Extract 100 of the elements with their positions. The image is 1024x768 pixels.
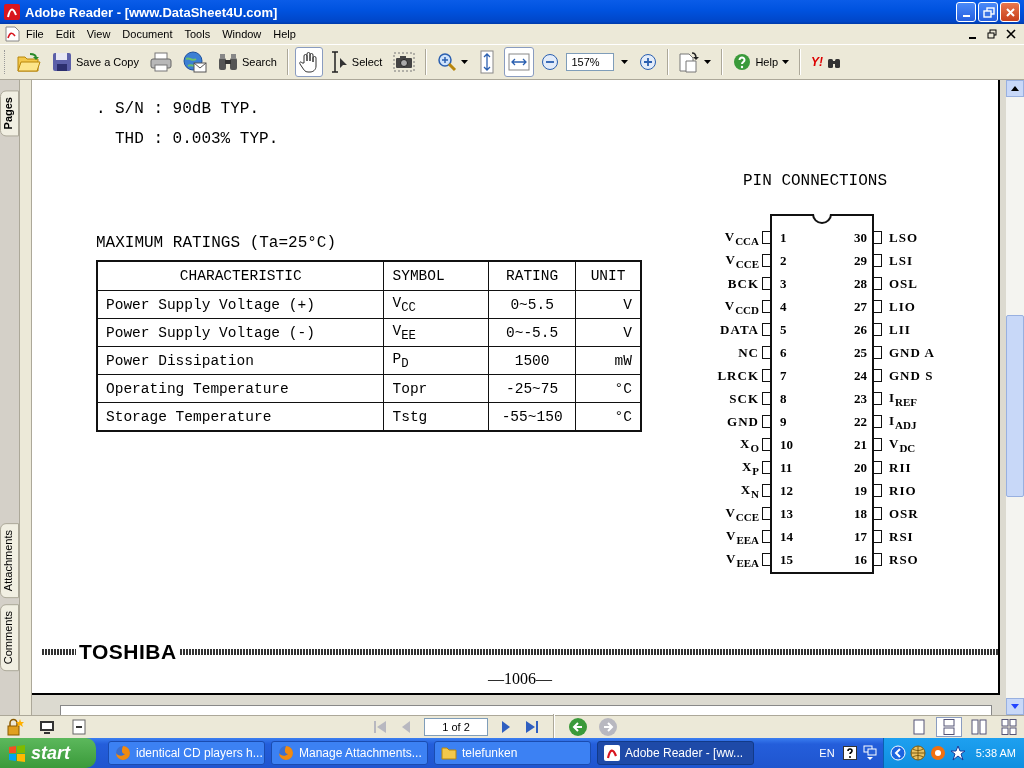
vertical-arrows-icon [479, 50, 496, 74]
taskbar-button[interactable]: Manage Attachments... [271, 741, 428, 765]
pin-label: LII [889, 321, 911, 338]
pin-number: 3 [780, 275, 787, 292]
binoculars-icon [218, 53, 238, 71]
taskbar-button[interactable]: Adobe Reader - [ww... [597, 741, 754, 765]
scroll-up-button[interactable] [1006, 80, 1024, 97]
column-header: CHARACTERISTIC [97, 261, 384, 291]
toolbar-button[interactable]: Search [214, 47, 281, 77]
pin-number: 7 [780, 367, 787, 384]
side-tab[interactable]: Comments [0, 603, 19, 671]
restore-icon [981, 5, 995, 19]
pin-number: 27 [854, 298, 867, 315]
pin-number: 8 [780, 390, 787, 407]
last-page-icon [524, 719, 540, 735]
app-logo-icon [4, 4, 20, 20]
ring-icon [929, 745, 946, 761]
menu-item[interactable]: Help [267, 26, 302, 42]
single-page-icon [911, 719, 927, 735]
side-tab[interactable]: Attachments [0, 522, 19, 598]
pin-label: LSO [889, 229, 918, 246]
pin-label: X$_{P}$ [741, 458, 759, 477]
pin-number: 12 [780, 482, 793, 499]
scroll-thumb[interactable] [1006, 315, 1024, 497]
pages-arrow-icon [679, 51, 701, 73]
pin-label: RSI [889, 528, 914, 545]
pin-number: 5 [780, 321, 787, 338]
camera-icon [393, 52, 416, 72]
table-cell: Topr [384, 374, 489, 403]
pin-number: 9 [780, 413, 787, 430]
language-indicator[interactable]: EN [819, 747, 835, 759]
restore-button[interactable] [978, 2, 998, 22]
pin-number: 20 [854, 459, 867, 476]
pin-label: SCK [729, 390, 759, 407]
browser-icon [115, 745, 131, 761]
pin-label: NC [738, 344, 759, 361]
toolbar-button[interactable]: Help [729, 47, 794, 77]
table-cell: Power Dissipation [97, 346, 384, 375]
pin-label: RII [889, 459, 912, 476]
first-page-icon [372, 719, 388, 735]
pin-label: OSL [889, 275, 918, 292]
pin-label: GND S [889, 367, 934, 384]
minimize-icon [969, 37, 976, 39]
side-tab[interactable]: Pages [0, 90, 19, 137]
pin-number: 4 [780, 298, 787, 315]
pin-label: V$_{CCE}$ [725, 504, 759, 523]
globe-icon [909, 745, 926, 761]
navigation-button[interactable] [524, 719, 540, 735]
scroll-down-button[interactable] [1006, 698, 1024, 715]
pin-label: V$_{EEA}$ [726, 527, 759, 546]
pin-number: 25 [854, 344, 867, 361]
pin-label: LRCK [717, 367, 759, 384]
vertical-scrollbar[interactable] [1006, 80, 1024, 715]
page-icon [72, 719, 86, 735]
pin-number: 11 [780, 459, 793, 476]
menu-item[interactable]: Edit [49, 26, 81, 42]
zoom-field[interactable]: 157% [566, 53, 615, 71]
text-cursor-icon [329, 51, 348, 73]
view-button[interactable] [936, 717, 962, 737]
menu-item[interactable]: View [80, 26, 117, 42]
table-cell: Power Supply Voltage (+) [97, 290, 384, 319]
app-logo-icon [604, 745, 620, 761]
minimize-icon [962, 15, 970, 17]
toolbar-button[interactable]: Select [325, 47, 387, 77]
table-cell: 0~5.5 [488, 290, 576, 319]
horizontal-arrows-icon [508, 53, 531, 71]
spec-text: THD : 0.003% TYP. [115, 130, 279, 148]
minus-icon [541, 53, 560, 71]
toolbar-button[interactable] [294, 47, 323, 77]
pin-label: I$_{ADJ}$ [889, 412, 917, 431]
taskbar-button[interactable]: telefunken [434, 741, 591, 765]
menu-item[interactable]: Tools [178, 26, 217, 42]
pin-label: V$_{CCE}$ [725, 251, 759, 270]
pin-label: LIO [889, 298, 916, 315]
pin-number: 16 [854, 551, 867, 568]
pin-number: 15 [780, 551, 793, 568]
pin-number: 29 [854, 252, 867, 269]
menu-item[interactable]: Document [116, 26, 179, 42]
pin-label: OSR [889, 505, 919, 522]
toolbar-button[interactable]: Save a Copy [48, 47, 143, 77]
pin-number: 26 [854, 321, 867, 338]
menu-item[interactable]: File [20, 26, 50, 42]
toolbar-button[interactable]: Y! [807, 47, 846, 77]
pin-number: 10 [780, 436, 793, 453]
caret-icon [704, 60, 712, 64]
windows-icon [862, 745, 877, 761]
pin-label: GND A [889, 344, 935, 361]
help-icon [733, 53, 752, 71]
printer-icon [150, 52, 172, 72]
page-field[interactable]: 1 of 2 [424, 718, 488, 736]
table-cell: Operating Temperature [97, 374, 384, 403]
hand-icon [298, 51, 319, 73]
pin-number: 2 [780, 252, 787, 269]
windows-logo-icon [8, 744, 26, 762]
pin-label: LSI [889, 252, 913, 269]
navigation-button[interactable] [568, 717, 588, 737]
column-header: RATING [488, 261, 576, 291]
menu-item[interactable]: Window [216, 26, 268, 42]
taskbar-button[interactable]: identical CD players h... [108, 741, 265, 765]
table-cell: 0~-5.5 [488, 318, 576, 347]
